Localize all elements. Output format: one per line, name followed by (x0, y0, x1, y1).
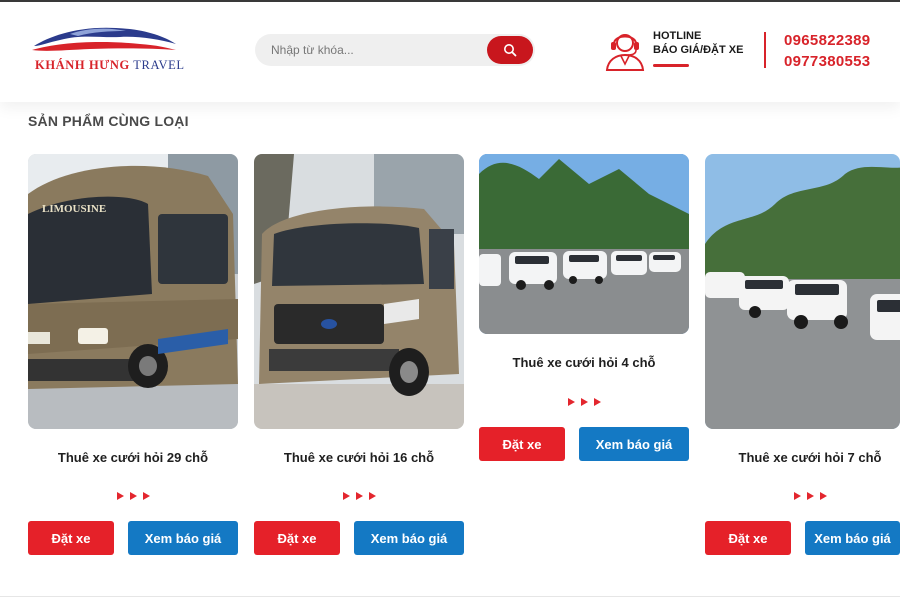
hotline-subtitle: BÁO GIÁ/ĐẶT XE (653, 44, 744, 56)
product-image[interactable]: LIMOUSINE (28, 154, 238, 429)
product-title[interactable]: Thuê xe cưới hỏi 4 chỗ (479, 355, 689, 370)
site-logo[interactable]: KHÁNH HƯNG TRAVEL (30, 22, 184, 76)
arrow-icon (116, 492, 124, 500)
search-bar (255, 34, 535, 66)
svg-text:LIMOUSINE: LIMOUSINE (42, 203, 106, 215)
arrow-icon (368, 492, 376, 500)
arrow-icon (129, 492, 137, 500)
quote-button[interactable]: Xem báo giá (354, 521, 464, 555)
site-header: KHÁNH HƯNG TRAVEL HOTLINE BÁO GIÁ/ĐẶT XE… (0, 2, 900, 102)
arrow-icon (580, 398, 588, 406)
decorative-arrows (254, 492, 464, 500)
product-title[interactable]: Thuê xe cưới hỏi 29 chỗ (28, 450, 238, 465)
decorative-arrows (705, 492, 900, 500)
headset-support-icon (605, 34, 645, 71)
quote-button[interactable]: Xem báo giá (805, 521, 900, 555)
section-title: SẢN PHẨM CÙNG LOẠI (28, 113, 189, 129)
hotline-divider (764, 32, 766, 68)
arrow-icon (793, 492, 801, 500)
arrow-icon (355, 492, 363, 500)
product-image[interactable] (479, 154, 689, 334)
book-button[interactable]: Đặt xe (479, 427, 565, 461)
book-button[interactable]: Đặt xe (28, 521, 114, 555)
arrow-icon (142, 492, 150, 500)
hotline-title: HOTLINE (653, 30, 702, 42)
product-title[interactable]: Thuê xe cưới hỏi 7 chỗ (705, 450, 900, 465)
product-image[interactable] (254, 154, 464, 429)
quote-button[interactable]: Xem báo giá (579, 427, 689, 461)
bottom-divider (0, 596, 900, 597)
phone-number-1[interactable]: 0965822389 (784, 32, 870, 49)
phone-number-2[interactable]: 0977380553 (784, 53, 870, 70)
logo-text: KHÁNH HƯNG TRAVEL (35, 58, 185, 72)
quote-button[interactable]: Xem báo giá (128, 521, 238, 555)
decorative-arrows (28, 492, 238, 500)
arrow-icon (806, 492, 814, 500)
product-title[interactable]: Thuê xe cưới hỏi 16 chỗ (254, 450, 464, 465)
book-button[interactable]: Đặt xe (254, 521, 340, 555)
arrow-icon (819, 492, 827, 500)
search-button[interactable] (487, 36, 533, 64)
arrow-icon (593, 398, 601, 406)
decorative-arrows (479, 398, 689, 406)
product-image[interactable] (705, 154, 900, 429)
arrow-icon (342, 492, 350, 500)
car-swoosh-logo-icon (32, 27, 176, 51)
hotline-underline (653, 64, 689, 67)
book-button[interactable]: Đặt xe (705, 521, 791, 555)
search-icon (504, 44, 517, 57)
search-input[interactable] (255, 34, 487, 66)
arrow-icon (567, 398, 575, 406)
